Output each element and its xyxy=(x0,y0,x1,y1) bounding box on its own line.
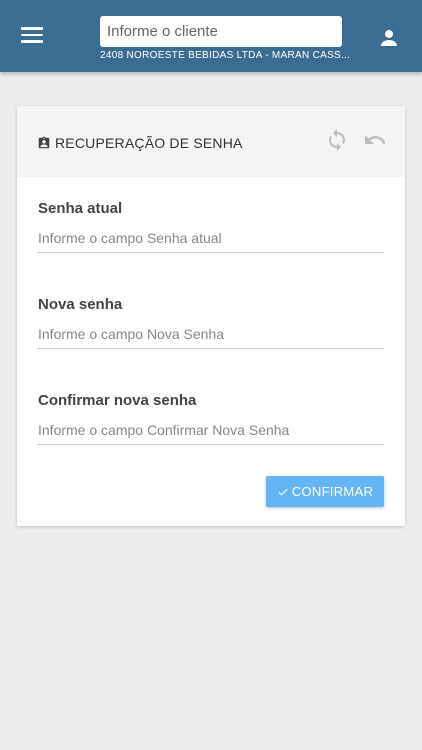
client-search-input[interactable] xyxy=(100,16,342,47)
refresh-icon xyxy=(329,129,345,151)
current-password-label: Senha atual xyxy=(38,200,123,217)
account-button[interactable] xyxy=(377,26,401,50)
card-header: RECUPERAÇÃO DE SENHA xyxy=(17,106,405,177)
new-password-input[interactable] xyxy=(38,319,384,349)
card-title-text: RECUPERAÇÃO DE SENHA xyxy=(55,135,243,151)
current-password-field: Senha atual xyxy=(38,200,384,253)
top-app-bar: 2408 NOROESTE BEBIDAS LTDA - MARAN CASS.… xyxy=(0,0,422,72)
current-password-input[interactable] xyxy=(38,223,384,253)
undo-icon xyxy=(365,135,386,144)
selected-client-caption: 2408 NOROESTE BEBIDAS LTDA - MARAN CASS.… xyxy=(100,50,351,61)
check-icon xyxy=(278,488,288,495)
id-badge-icon xyxy=(38,136,50,149)
new-password-field: Nova senha xyxy=(38,296,384,349)
menu-button[interactable] xyxy=(18,20,48,50)
refresh-button[interactable] xyxy=(325,128,349,152)
hamburger-menu-icon xyxy=(21,27,43,30)
confirm-password-label: Confirmar nova senha xyxy=(38,392,197,409)
confirm-button-label: CONFIRMAR xyxy=(291,484,374,499)
confirm-button[interactable]: CONFIRMAR xyxy=(266,476,384,507)
confirm-password-field: Confirmar nova senha xyxy=(38,392,384,445)
account-icon xyxy=(381,30,397,46)
password-recovery-card: RECUPERAÇÃO DE SENHA Senha atual Nova se… xyxy=(17,106,405,526)
new-password-label: Nova senha xyxy=(38,296,123,313)
card-title: RECUPERAÇÃO DE SENHA xyxy=(37,135,243,151)
confirm-password-input[interactable] xyxy=(38,415,384,445)
undo-button[interactable] xyxy=(363,128,387,152)
